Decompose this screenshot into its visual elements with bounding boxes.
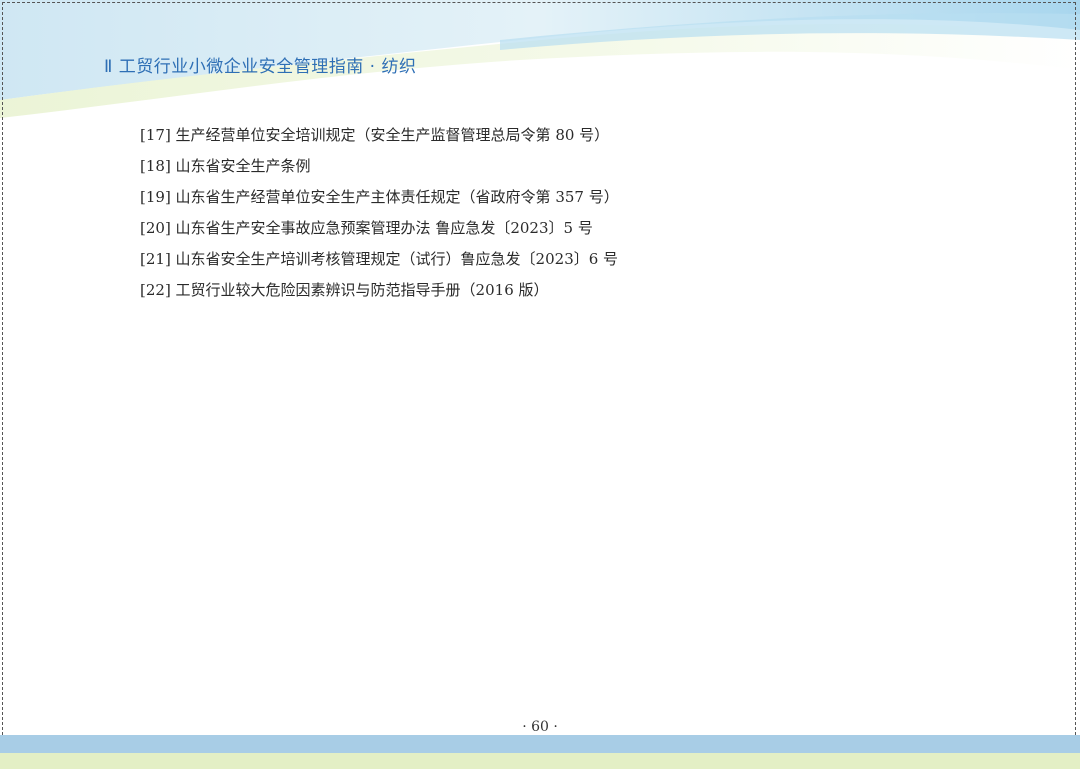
reference-item: [17] 生产经营单位安全培训规定（安全生产监督管理总局令第 80 号） [140,126,610,144]
reference-item: [19] 山东省生产经营单位安全生产主体责任规定（省政府令第 357 号） [140,188,619,206]
reference-list: [17] 生产经营单位安全培训规定（安全生产监督管理总局令第 80 号） [18… [140,120,619,306]
page-number: · 60 · [522,719,558,735]
reference-item: [20] 山东省生产安全事故应急预案管理办法 鲁应急发〔2023〕5 号 [140,219,593,237]
reference-item: [21] 山东省安全生产培训考核管理规定（试行）鲁应急发〔2023〕6 号 [140,250,619,268]
reference-item: [22] 工贸行业较大危险因素辨识与防范指导手册（2016 版） [140,281,549,299]
reference-item: [18] 山东省安全生产条例 [140,157,311,175]
footer-band [0,735,1080,769]
page-frame [2,2,1076,765]
header-title: Ⅱ 工贸行业小微企业安全管理指南 · 纺织 [104,57,417,77]
